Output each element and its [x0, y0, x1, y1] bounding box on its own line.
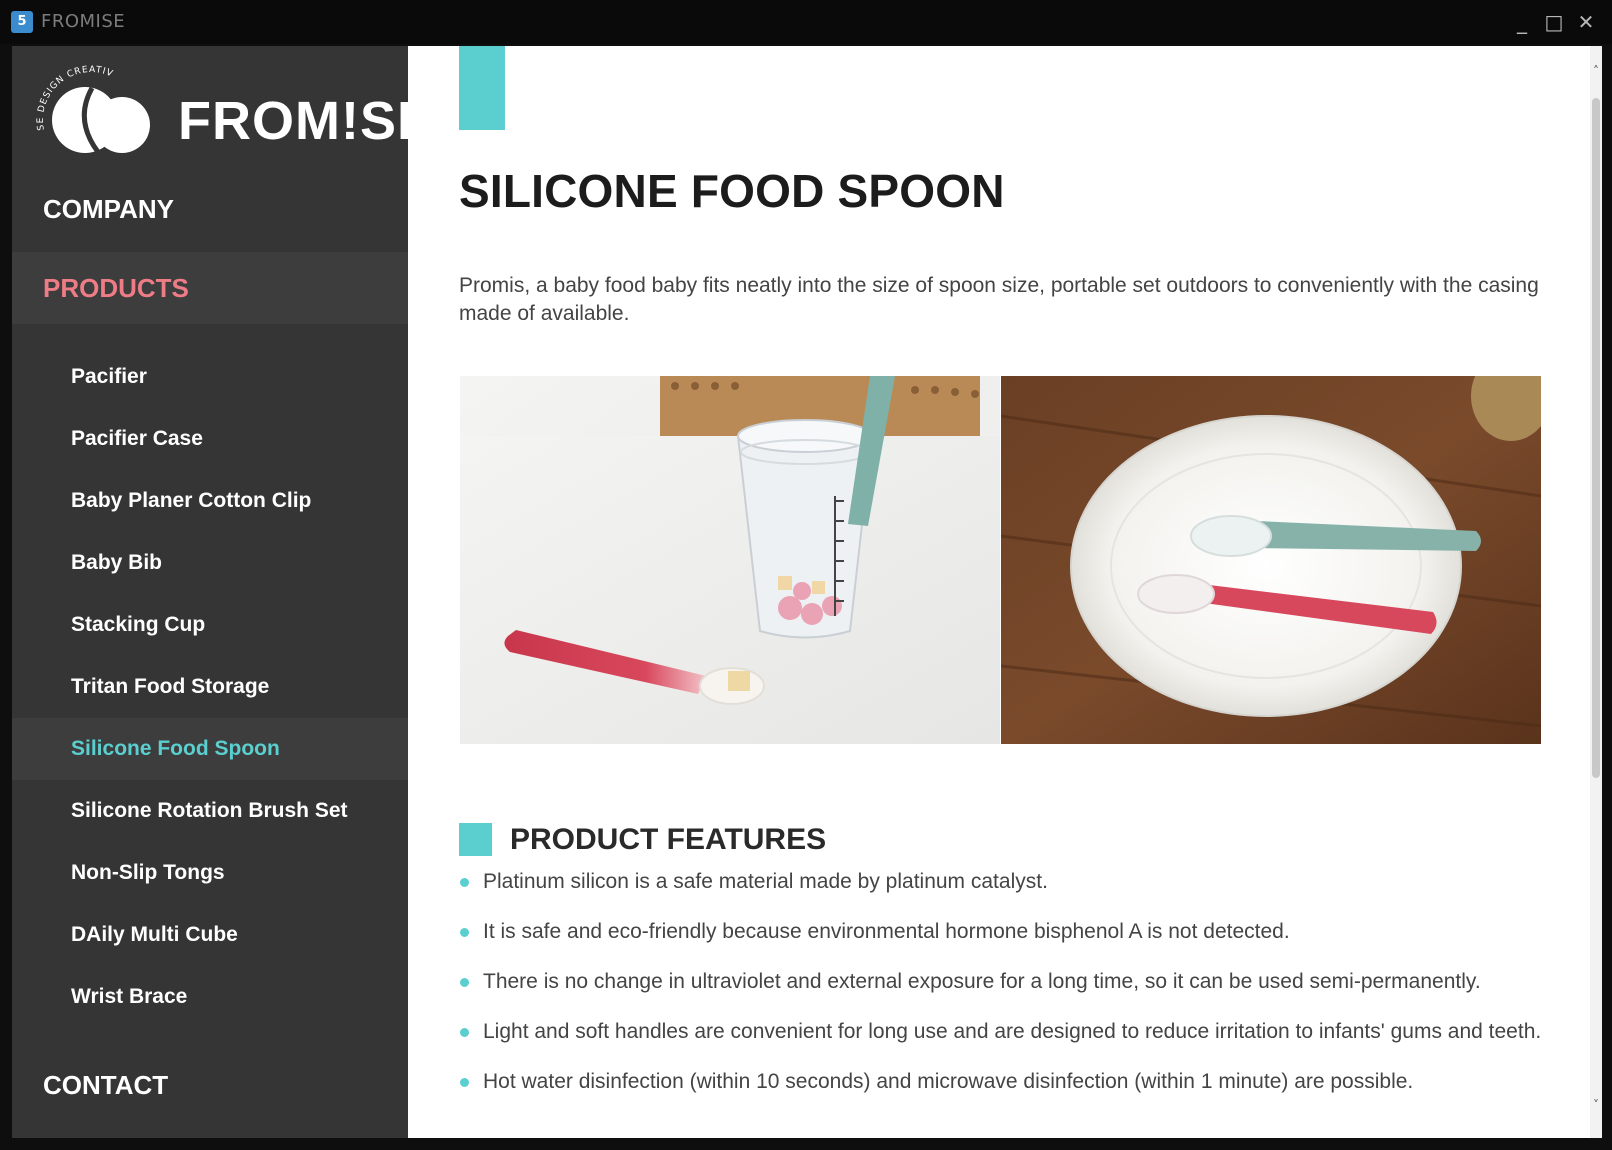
sidebar-item-product[interactable]: Wrist Brace	[12, 966, 408, 1028]
nav-company[interactable]: COMPANY	[12, 184, 408, 234]
nav-products[interactable]: PRODUCTS	[12, 252, 408, 324]
features-title: PRODUCT FEATURES	[510, 823, 827, 856]
nav-contact[interactable]: CONTACT	[12, 1060, 408, 1110]
features-list: Platinum silicon is a safe material made…	[459, 868, 1549, 1118]
content-scrollbar[interactable]: ˄ ˅	[1590, 46, 1602, 1138]
sidebar-item-product[interactable]: Silicone Rotation Brush Set	[12, 780, 408, 842]
title-bar: 5 FROMISE _ □ ✕	[0, 0, 1612, 44]
feature-item: There is no change in ultraviolet and ex…	[459, 968, 1549, 996]
product-description: Promis, a baby food baby fits neatly int…	[459, 274, 1539, 325]
main-content: SILICONE FOOD SPOON Promis, a baby food …	[408, 46, 1590, 1138]
sidebar-item-product[interactable]: Pacifier Case	[12, 408, 408, 470]
accent-bar	[459, 46, 505, 130]
feature-text: There is no change in ultraviolet and ex…	[483, 970, 1481, 993]
page-title: SILICONE FOOD SPOON	[459, 165, 1005, 217]
logo-mark-icon: SE DESIGN CREATIVE	[27, 55, 150, 154]
bullet-icon	[460, 1078, 469, 1087]
minimize-button[interactable]: _	[1508, 8, 1536, 36]
feature-item: Platinum silicon is a safe material made…	[459, 868, 1549, 896]
product-photo-cup	[460, 376, 1000, 744]
logo-wordmark: FROM!SE	[178, 91, 434, 151]
html5-app-icon: 5	[11, 11, 33, 33]
maximize-button[interactable]: □	[1540, 8, 1568, 36]
sidebar-item-product[interactable]: Pacifier	[12, 346, 408, 408]
feature-item: It is safe and eco-friendly because envi…	[459, 918, 1549, 946]
feature-text: Platinum silicon is a safe material made…	[483, 870, 1048, 893]
fromise-logo[interactable]: SE DESIGN CREATIVE FROM!SE	[27, 55, 433, 162]
feature-item: Light and soft handles are convenient fo…	[459, 1018, 1549, 1046]
bullet-icon	[460, 978, 469, 987]
sidebar-item-product[interactable]: Tritan Food Storage	[12, 656, 408, 718]
sidebar-item-product[interactable]: Baby Planer Cotton Clip	[12, 470, 408, 532]
app-window: 5 FROMISE _ □ ✕ SE DESIGN CREATIVE FROM!…	[0, 0, 1612, 1150]
close-button[interactable]: ✕	[1572, 8, 1600, 36]
feature-text: Light and soft handles are convenient fo…	[483, 1020, 1542, 1043]
sidebar-item-product[interactable]: Non-Slip Tongs	[12, 842, 408, 904]
sidebar-item-product[interactable]: Stacking Cup	[12, 594, 408, 656]
bullet-icon	[460, 1028, 469, 1037]
feature-text: It is safe and eco-friendly because envi…	[483, 920, 1290, 943]
product-photo-plate	[1001, 376, 1541, 744]
section-marker	[459, 823, 492, 856]
bullet-icon	[460, 928, 469, 937]
sidebar-item-product[interactable]: Baby Bib	[12, 532, 408, 594]
sidebar-item-product[interactable]: Silicone Food Spoon	[12, 718, 408, 780]
sidebar: SE DESIGN CREATIVE FROM!SE COMPANY PRODU…	[12, 46, 433, 1138]
scroll-thumb[interactable]	[1592, 98, 1600, 778]
feature-text: Hot water disinfection (within 10 second…	[483, 1070, 1414, 1093]
feature-item: Hot water disinfection (within 10 second…	[459, 1068, 1549, 1096]
scroll-down-icon[interactable]: ˅	[1590, 1098, 1602, 1112]
bullet-icon	[460, 878, 469, 887]
window-title: FROMISE	[41, 11, 126, 32]
scroll-up-icon[interactable]: ˄	[1590, 64, 1602, 78]
sidebar-item-product[interactable]: DAily Multi Cube	[12, 904, 408, 966]
